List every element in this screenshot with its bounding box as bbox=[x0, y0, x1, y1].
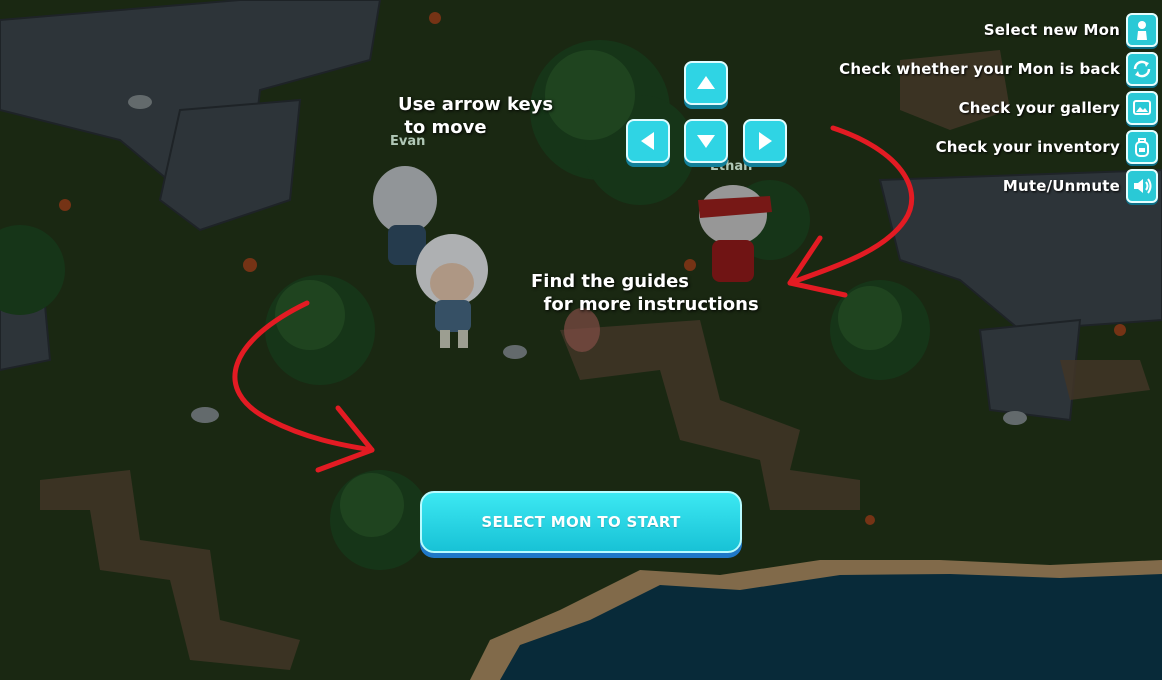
move-instructions: Use arrow keys to move bbox=[398, 94, 554, 138]
person-icon[interactable] bbox=[1126, 12, 1158, 47]
arrow-up-key[interactable] bbox=[684, 61, 728, 105]
menu-item-label: Check whether your Mon is back bbox=[839, 59, 1120, 78]
speaker-icon[interactable] bbox=[1126, 168, 1158, 203]
arrow-down-key[interactable] bbox=[684, 119, 728, 163]
side-menu: Select new Mon Check whether your Mon is… bbox=[828, 10, 1158, 205]
menu-item-select-mon[interactable]: Select new Mon bbox=[828, 10, 1158, 49]
gallery-icon[interactable] bbox=[1126, 90, 1158, 125]
arrow-right-key[interactable] bbox=[743, 119, 787, 163]
menu-item-inventory[interactable]: Check your inventory bbox=[828, 127, 1158, 166]
select-mon-start-button[interactable]: SELECT MON TO START bbox=[420, 491, 742, 553]
menu-item-gallery[interactable]: Check your gallery bbox=[828, 88, 1158, 127]
guides-instructions: Find the guides for more instructions bbox=[531, 271, 759, 315]
menu-item-mute[interactable]: Mute/Unmute bbox=[828, 166, 1158, 205]
arrow-left-key[interactable] bbox=[626, 119, 670, 163]
menu-item-label: Mute/Unmute bbox=[1002, 176, 1120, 195]
backpack-icon[interactable] bbox=[1126, 129, 1158, 164]
menu-item-label: Check your gallery bbox=[958, 98, 1120, 117]
refresh-icon[interactable] bbox=[1126, 51, 1158, 86]
menu-item-label: Select new Mon bbox=[983, 20, 1120, 39]
arrow-right-icon bbox=[759, 132, 772, 150]
menu-item-label: Check your inventory bbox=[935, 137, 1120, 156]
arrow-up-icon bbox=[697, 76, 715, 89]
arrow-left-icon bbox=[641, 132, 654, 150]
menu-item-check-mon[interactable]: Check whether your Mon is back bbox=[828, 49, 1158, 88]
arrow-down-icon bbox=[697, 135, 715, 148]
